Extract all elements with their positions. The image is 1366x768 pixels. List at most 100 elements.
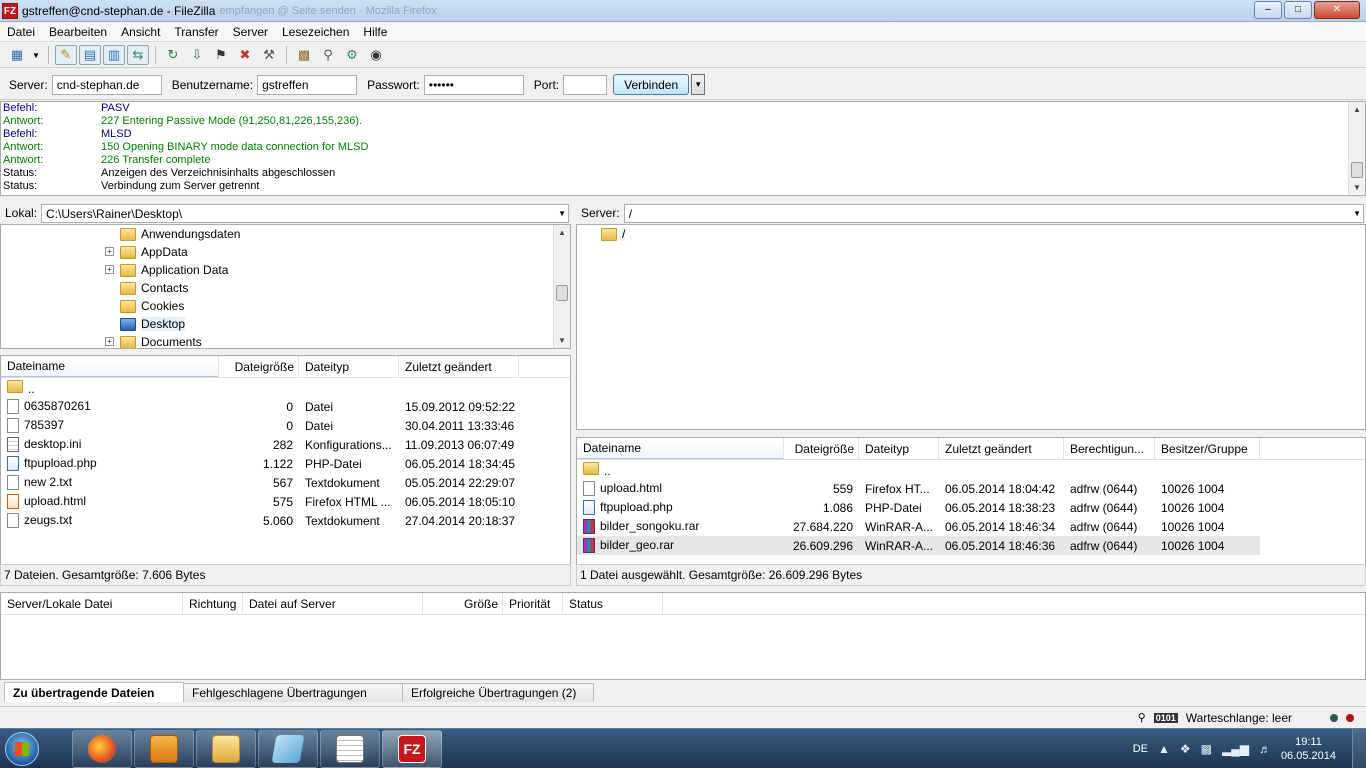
password-input[interactable] — [423, 74, 524, 95]
local-file-row[interactable]: desktop.ini 282 Konfigurations... 11.09.201… — [1, 435, 570, 454]
refresh-icon[interactable]: ↻ — [162, 45, 184, 65]
local-file-row[interactable]: new 2.txt 567 Textdokument 05.05.2014 22:29… — [1, 473, 570, 492]
remote-col-modified[interactable]: Zuletzt geändert — [939, 438, 1064, 459]
toggle-log-icon[interactable]: ✎ — [55, 45, 77, 65]
port-input[interactable] — [563, 74, 608, 95]
menu-server[interactable]: Server — [226, 25, 275, 39]
remote-col-type[interactable]: Dateityp — [859, 438, 939, 459]
reconnect-icon[interactable]: ⚒ — [258, 45, 280, 65]
local-tree-item[interactable]: + Documents — [1, 333, 570, 348]
taskbar-outlook[interactable] — [134, 729, 194, 768]
menu-bearbeiten[interactable]: Bearbeiten — [42, 25, 114, 39]
site-manager-dropdown-icon[interactable]: ▼ — [30, 45, 42, 65]
remote-path-input[interactable]: / ▼ — [623, 203, 1364, 223]
remote-file-list[interactable]: Dateiname Dateigröße Dateityp Zuletzt ge… — [576, 437, 1366, 565]
taskbar-firefox[interactable] — [72, 729, 132, 768]
tab-failed-transfers[interactable]: Fehlgeschlagene Übertragungen — [183, 683, 403, 702]
queue-col-file[interactable]: Server/Lokale Datei — [1, 593, 183, 614]
scroll-up-icon[interactable]: ▲ — [1349, 102, 1365, 117]
local-tree-item[interactable]: Cookies — [1, 297, 570, 315]
local-col-type[interactable]: Dateityp — [299, 356, 399, 377]
close-button[interactable]: ✕ — [1314, 1, 1360, 19]
site-manager-icon[interactable]: ▦ — [6, 45, 28, 65]
show-hidden-icons-icon[interactable]: ▲ — [1158, 742, 1170, 756]
local-col-name[interactable]: Dateiname — [1, 356, 219, 377]
menu-ansicht[interactable]: Ansicht — [114, 25, 167, 39]
filezilla-app-icon[interactable]: FZ — [2, 2, 18, 19]
local-col-modified[interactable]: Zuletzt geändert — [399, 356, 519, 377]
process-queue-icon[interactable]: ⇩ — [186, 45, 208, 65]
remote-file-row[interactable]: .. — [577, 460, 1260, 479]
toggle-remote-tree-icon[interactable]: ▥ — [103, 45, 125, 65]
log-scrollbar[interactable]: ▲ ▼ — [1348, 102, 1365, 195]
remote-file-row[interactable]: bilder_songoku.rar 27.684.220 WinRAR-A... 0… — [577, 517, 1260, 536]
taskbar-notepad[interactable] — [258, 729, 318, 768]
expand-icon[interactable]: + — [105, 337, 114, 346]
system-clock[interactable]: 19:11 06.05.2014 — [1281, 735, 1336, 763]
local-tree-item[interactable]: Contacts — [1, 279, 570, 297]
device-tray-icon[interactable]: ▩ — [1201, 742, 1212, 756]
expand-icon[interactable]: + — [105, 265, 114, 274]
local-file-row[interactable]: .. — [1, 378, 570, 397]
taskbar-editor[interactable] — [320, 729, 380, 768]
remote-tree-root[interactable]: / — [577, 225, 1365, 243]
connect-button[interactable]: Verbinden — [613, 74, 690, 95]
scroll-down-icon[interactable]: ▼ — [1349, 180, 1365, 195]
local-file-list[interactable]: Dateiname Dateigröße Dateityp Zuletzt ge… — [0, 355, 571, 565]
local-file-row[interactable]: zeugs.txt 5.060 Textdokument 27.04.2014 20:… — [1, 511, 570, 530]
username-input[interactable] — [257, 74, 358, 95]
sync-browsing-icon[interactable]: ⚙ — [341, 45, 363, 65]
local-tree-item[interactable]: + AppData — [1, 243, 570, 261]
remote-file-row[interactable]: bilder_geo.rar 26.609.296 WinRAR-A... 06.05… — [577, 536, 1260, 555]
tab-queued-files[interactable]: Zu übertragende Dateien — [4, 682, 184, 702]
log-scroll-thumb[interactable] — [1351, 162, 1363, 178]
queue-col-size[interactable]: Größe — [423, 593, 503, 614]
local-tree-item[interactable]: Anwendungsdaten — [1, 225, 570, 243]
remote-col-owner[interactable]: Besitzer/Gruppe — [1155, 438, 1260, 459]
server-input[interactable] — [51, 74, 162, 95]
local-file-row[interactable]: upload.html 575 Firefox HTML ... 06.05.2014… — [1, 492, 570, 511]
queue-col-priority[interactable]: Priorität — [503, 593, 563, 614]
cancel-operation-icon[interactable]: ⚑ — [210, 45, 232, 65]
minimize-button[interactable]: – — [1254, 1, 1282, 19]
remote-col-size[interactable]: Dateigröße — [784, 438, 859, 459]
maximize-button[interactable]: □ — [1284, 1, 1312, 19]
compare-directories-icon[interactable]: ⚲ — [317, 45, 339, 65]
disconnect-icon[interactable]: ✖ — [234, 45, 256, 65]
menu-transfer[interactable]: Transfer — [167, 25, 225, 39]
menu-datei[interactable]: Datei — [0, 25, 42, 39]
local-file-row[interactable]: 0635870261 0 Datei 15.09.2012 09:52:22 — [1, 397, 570, 416]
toggle-local-tree-icon[interactable]: ▤ — [79, 45, 101, 65]
signal-strength-icon[interactable]: ▂▄▆ — [1222, 742, 1249, 756]
start-button[interactable] — [0, 729, 44, 768]
show-desktop-button[interactable] — [1352, 728, 1366, 768]
local-tree-item[interactable]: + Application Data — [1, 261, 570, 279]
local-tree-scrollbar[interactable]: ▲ ▼ — [553, 225, 570, 348]
queue-col-status[interactable]: Status — [563, 593, 663, 614]
menu-hilfe[interactable]: Hilfe — [356, 25, 394, 39]
local-col-size[interactable]: Dateigröße — [219, 356, 299, 377]
transfer-queue[interactable]: Server/Lokale Datei Richtung Datei auf S… — [0, 592, 1366, 680]
remote-directory-tree[interactable]: / — [576, 224, 1366, 430]
scroll-up-icon[interactable]: ▲ — [554, 225, 570, 240]
local-path-input[interactable]: C:\Users\Rainer\Desktop\ ▼ — [41, 203, 569, 223]
remote-file-row[interactable]: upload.html 559 Firefox HT... 06.05.2014 18… — [577, 479, 1260, 498]
queue-col-direction[interactable]: Richtung — [183, 593, 243, 614]
menu-lesezeichen[interactable]: Lesezeichen — [275, 25, 356, 39]
expand-icon[interactable]: + — [105, 247, 114, 256]
network-tray-icon[interactable]: ❖ — [1180, 742, 1191, 756]
toggle-queue-icon[interactable]: ⇆ — [127, 45, 149, 65]
local-directory-tree[interactable]: Anwendungsdaten + AppData + Application Data… — [0, 224, 571, 349]
local-file-row[interactable]: 785397 0 Datei 30.04.2011 13:33:46 — [1, 416, 570, 435]
chevron-down-icon[interactable]: ▼ — [558, 209, 566, 218]
filter-icon[interactable]: ▩ — [293, 45, 315, 65]
tab-successful-transfers[interactable]: Erfolgreiche Übertragungen (2) — [402, 683, 594, 702]
local-tree-item[interactable]: Desktop — [1, 315, 570, 333]
queue-col-remote-file[interactable]: Datei auf Server — [243, 593, 423, 614]
search-icon[interactable]: ◉ — [365, 45, 387, 65]
chevron-down-icon[interactable]: ▼ — [1353, 209, 1361, 218]
volume-icon[interactable]: ♬ — [1259, 742, 1271, 756]
taskbar-filezilla[interactable]: FZ — [382, 729, 442, 768]
connect-dropdown-icon[interactable]: ▼ — [691, 74, 706, 95]
scroll-down-icon[interactable]: ▼ — [554, 333, 570, 348]
